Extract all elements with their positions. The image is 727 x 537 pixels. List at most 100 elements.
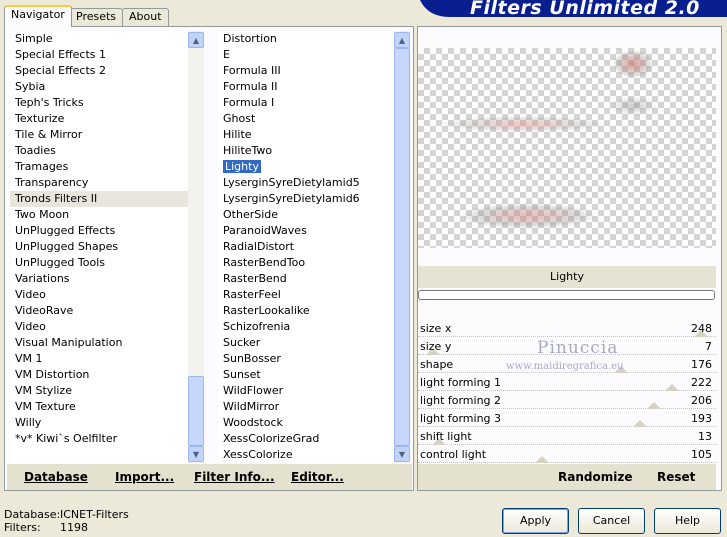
category-item[interactable]: Video — [10, 287, 188, 303]
category-item[interactable]: Variations — [10, 271, 188, 287]
import-button[interactable]: Import... — [115, 470, 174, 484]
filter-scrollbar[interactable]: ▲ ▼ — [394, 31, 410, 463]
category-item[interactable]: *v* Kiwi`s Oelfilter — [10, 431, 188, 447]
category-item[interactable]: VideoRave — [10, 303, 188, 319]
filter-item[interactable]: Lighty — [218, 159, 394, 175]
filter-item[interactable]: Ghost — [218, 111, 394, 127]
scroll-thumb[interactable] — [394, 48, 410, 446]
filter-item[interactable]: RasterLookalike — [218, 303, 394, 319]
category-item[interactable]: VM Distortion — [10, 367, 188, 383]
tab-presets[interactable]: Presets — [69, 8, 124, 26]
category-item[interactable]: Texturize — [10, 111, 188, 127]
cancel-button[interactable]: Cancel — [578, 508, 645, 534]
category-item[interactable]: Willy — [10, 415, 188, 431]
apply-button[interactable]: Apply — [502, 508, 569, 534]
param-row[interactable]: light forming 2 206 — [418, 392, 716, 410]
category-item[interactable]: VM Stylize — [10, 383, 188, 399]
editor-button[interactable]: Editor... — [291, 470, 344, 484]
randomize-button[interactable]: Randomize — [558, 470, 632, 484]
param-value: 7 — [705, 340, 712, 353]
filter-item-label: Formula I — [223, 96, 275, 109]
param-slider-track[interactable] — [418, 372, 716, 373]
category-item[interactable]: UnPlugged Tools — [10, 255, 188, 271]
param-label: control light — [420, 448, 487, 461]
tab-about[interactable]: About — [122, 8, 169, 26]
filter-item-label: WildMirror — [223, 400, 280, 413]
filter-item[interactable]: HiliteTwo — [218, 143, 394, 159]
tab-navigator[interactable]: Navigator — [4, 5, 72, 27]
param-row[interactable]: light forming 3 193 — [418, 410, 716, 428]
filter-item[interactable]: Sunset — [218, 367, 394, 383]
param-slider-track[interactable] — [418, 336, 716, 337]
param-label: shape — [420, 358, 454, 371]
help-button[interactable]: Help — [654, 508, 721, 534]
param-slider-marker[interactable] — [535, 456, 549, 463]
filter-item[interactable]: XessColorizeGrad — [218, 431, 394, 447]
param-slider-marker[interactable] — [633, 420, 647, 427]
filter-item[interactable]: Formula III — [218, 63, 394, 79]
filter-item[interactable]: Sucker — [218, 335, 394, 351]
scroll-down-icon[interactable]: ▼ — [188, 446, 204, 462]
scroll-thumb[interactable] — [188, 376, 204, 446]
filter-item[interactable]: Hilite — [218, 127, 394, 143]
category-item[interactable]: VM Texture — [10, 399, 188, 415]
category-item[interactable]: Sybia — [10, 79, 188, 95]
filter-item[interactable]: RasterFeel — [218, 287, 394, 303]
category-item[interactable]: UnPlugged Effects — [10, 223, 188, 239]
filter-item[interactable]: Schizofrenia — [218, 319, 394, 335]
status-filters: Filters: 1198 — [4, 521, 88, 534]
tab-bar: Navigator Presets About — [0, 0, 420, 27]
filter-item[interactable]: RasterBend — [218, 271, 394, 287]
category-item[interactable]: Transparency — [10, 175, 188, 191]
filter-info-button[interactable]: Filter Info... — [194, 470, 275, 484]
filter-item[interactable]: WildMirror — [218, 399, 394, 415]
param-row[interactable]: shift light 13 — [418, 428, 716, 446]
category-scrollbar[interactable]: ▲ ▼ — [188, 31, 204, 463]
filter-item[interactable]: OtherSide — [218, 207, 394, 223]
scroll-up-icon[interactable]: ▲ — [188, 32, 204, 48]
category-item[interactable]: Special Effects 1 — [10, 47, 188, 63]
category-item[interactable]: Simple — [10, 31, 188, 47]
category-item[interactable]: Toadies — [10, 143, 188, 159]
param-label: size x — [420, 322, 452, 335]
filter-item[interactable]: WildFlower — [218, 383, 394, 399]
category-item[interactable]: Visual Manipulation — [10, 335, 188, 351]
reset-button[interactable]: Reset — [657, 470, 695, 484]
param-label: size y — [420, 340, 452, 353]
param-label: shift light — [420, 430, 472, 443]
category-item[interactable]: Tramages — [10, 159, 188, 175]
filter-item[interactable]: ParanoidWaves — [218, 223, 394, 239]
param-row[interactable]: size x 248 — [418, 320, 716, 338]
database-button[interactable]: Database — [24, 470, 88, 484]
filter-list[interactable]: Distortion E Formula III Formula II Formula … — [218, 31, 394, 463]
filter-item[interactable]: RasterBendToo — [218, 255, 394, 271]
category-item[interactable]: UnPlugged Shapes — [10, 239, 188, 255]
scroll-down-icon[interactable]: ▼ — [394, 446, 410, 462]
filter-item[interactable]: Formula II — [218, 79, 394, 95]
param-value: 105 — [691, 448, 712, 461]
scroll-up-icon[interactable]: ▲ — [394, 32, 410, 48]
category-item[interactable]: Video — [10, 319, 188, 335]
category-item[interactable]: Teph's Tricks — [10, 95, 188, 111]
filter-item[interactable]: Distortion — [218, 31, 394, 47]
category-item[interactable]: Tronds Filters II — [10, 191, 188, 207]
category-item[interactable]: Two Moon — [10, 207, 188, 223]
filter-item[interactable]: LyserginSyreDietylamid5 — [218, 175, 394, 191]
category-item[interactable]: Special Effects 2 — [10, 63, 188, 79]
param-slider-marker[interactable] — [647, 402, 661, 409]
param-slider-marker[interactable] — [665, 384, 679, 391]
filter-item[interactable]: SunBosser — [218, 351, 394, 367]
filter-item-label: LyserginSyreDietylamid6 — [223, 192, 360, 205]
filter-item[interactable]: RadialDistort — [218, 239, 394, 255]
category-item[interactable]: VM 1 — [10, 351, 188, 367]
filter-item[interactable]: E — [218, 47, 394, 63]
filter-item[interactable]: XessColorize — [218, 447, 394, 463]
filter-item[interactable]: LyserginSyreDietylamid6 — [218, 191, 394, 207]
filter-item-label: Lighty — [223, 160, 261, 173]
category-list[interactable]: Simple Special Effects 1 Special Effects 2… — [10, 31, 188, 463]
param-row[interactable]: light forming 1 222 — [418, 374, 716, 392]
category-item[interactable]: Tile & Mirror — [10, 127, 188, 143]
filter-item[interactable]: Formula I — [218, 95, 394, 111]
filter-item[interactable]: Woodstock — [218, 415, 394, 431]
param-row[interactable]: control light 105 — [418, 446, 716, 464]
